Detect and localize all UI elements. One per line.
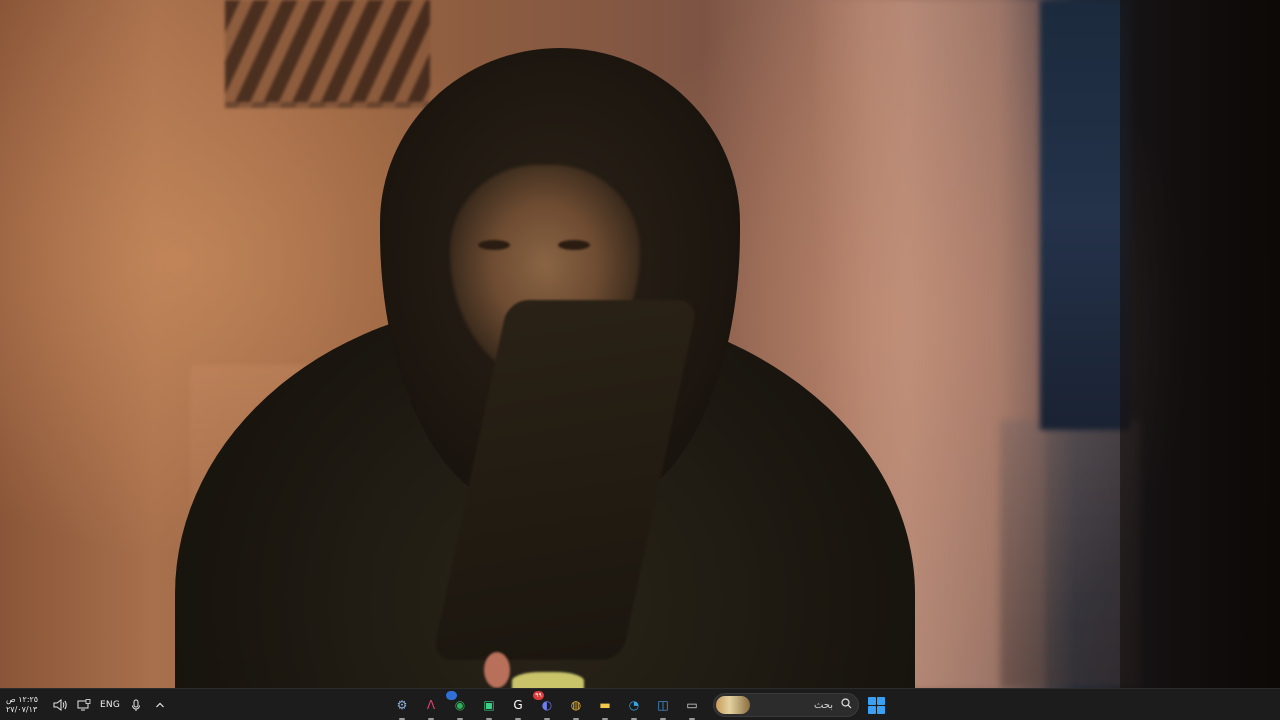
start-tile xyxy=(867,696,876,705)
file-explorer-icon: ▬ xyxy=(599,698,611,712)
system-tray: ١٢:٢٥ ص ٢٧/٠٧/١٣ ENG xyxy=(6,689,168,720)
clock[interactable]: ١٢:٢٥ ص ٢٧/٠٧/١٣ xyxy=(6,695,44,715)
g-app-button[interactable]: G xyxy=(506,693,530,720)
taskbar-apps: ⚙ Λ ◉ ▣ G ◐ ٩٩ ◍ ▬ ◔ ◫ ▭ بحث xyxy=(390,689,888,720)
app-a-button[interactable]: Λ xyxy=(419,693,443,720)
browser-shield-icon: ◉ xyxy=(454,698,466,712)
clock-time: ١٢:٢٥ ص xyxy=(6,695,39,704)
desktop-screen: ١٢:٢٥ ص ٢٧/٠٧/١٣ ENG ⚙ Λ ◉ ▣ G ◐ ٩٩ ◍ ▬ ◔ ◫ ▭ بحث xyxy=(0,0,1280,720)
search-box[interactable]: بحث xyxy=(713,693,859,717)
g-app-icon: G xyxy=(513,698,523,712)
taskbar: ١٢:٢٥ ص ٢٧/٠٧/١٣ ENG ⚙ Λ ◉ ▣ G ◐ ٩٩ ◍ ▬ ◔ ◫ ▭ بحث xyxy=(0,688,1280,720)
start-tile xyxy=(876,705,885,714)
search-placeholder: بحث xyxy=(813,699,833,711)
search-icon xyxy=(841,698,852,712)
floor-step xyxy=(1000,420,1140,688)
file-explorer-button[interactable]: ▬ xyxy=(593,693,617,720)
held-item xyxy=(512,672,584,688)
language-indicator[interactable]: ENG xyxy=(100,700,120,710)
chrome-icon: ◍ xyxy=(570,698,582,712)
task-view-button[interactable]: ▭ xyxy=(680,693,704,720)
task-view-icon: ▭ xyxy=(686,698,698,712)
app-a-icon: Λ xyxy=(426,698,436,712)
clock-date: ٢٧/٠٧/١٣ xyxy=(6,705,38,714)
android-app-button[interactable]: ▣ xyxy=(477,693,501,720)
display-icon[interactable] xyxy=(76,697,92,713)
settings-icon: ⚙ xyxy=(396,698,408,712)
figure-eye-left xyxy=(478,240,510,250)
show-hidden-icons-chevron[interactable] xyxy=(152,697,168,713)
notification-badge xyxy=(446,691,457,700)
start-tile xyxy=(876,696,885,705)
doorway xyxy=(1040,0,1130,430)
edge-button[interactable]: ◔ xyxy=(622,693,646,720)
search-highlight-image xyxy=(716,696,750,714)
video-frame[interactable] xyxy=(0,0,1280,688)
discord-button[interactable]: ◐ ٩٩ xyxy=(533,691,559,720)
browser-shield-button[interactable]: ◉ xyxy=(446,691,472,720)
notification-badge: ٩٩ xyxy=(533,691,544,700)
figure-eye-right xyxy=(558,240,590,250)
store-icon: ◫ xyxy=(657,698,669,712)
microphone-icon[interactable] xyxy=(128,697,144,713)
figure-hand xyxy=(484,652,510,688)
start-tile xyxy=(867,705,876,714)
volume-icon[interactable] xyxy=(52,697,68,713)
android-app-icon: ▣ xyxy=(483,698,495,712)
dark-shadow xyxy=(1120,0,1280,688)
start-button[interactable] xyxy=(864,693,888,717)
window-grate xyxy=(225,0,430,108)
edge-icon: ◔ xyxy=(628,698,640,712)
settings-button[interactable]: ⚙ xyxy=(390,693,414,720)
chrome-button[interactable]: ◍ xyxy=(564,693,588,720)
discord-icon: ◐ xyxy=(541,698,553,712)
store-button[interactable]: ◫ xyxy=(651,693,675,720)
